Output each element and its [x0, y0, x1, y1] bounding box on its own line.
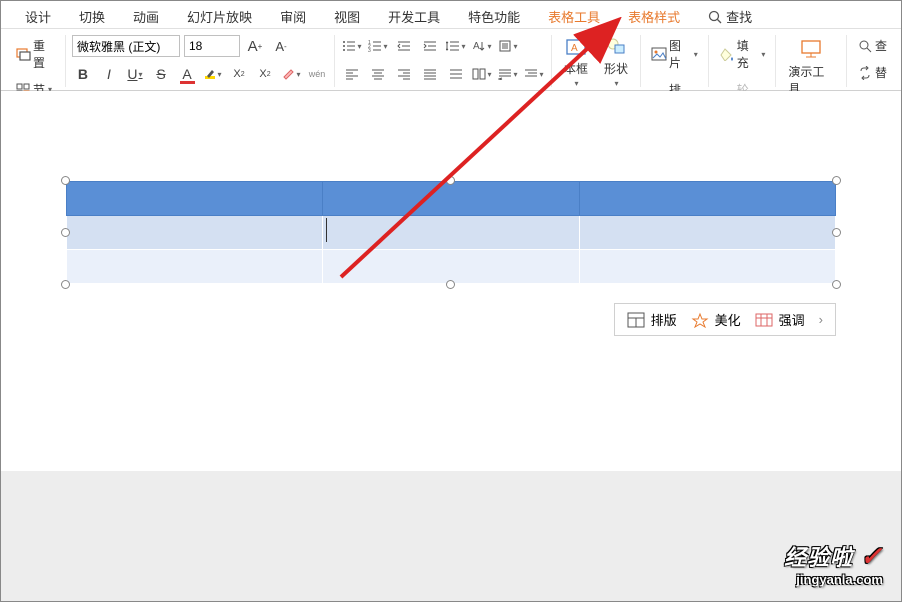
svg-text:A: A [571, 43, 578, 54]
layout-quick-label: 排版 [651, 310, 677, 329]
shape-icon [604, 34, 628, 58]
bottom-gray-area [1, 471, 901, 601]
tab-devtools[interactable]: 开发工具 [374, 3, 454, 30]
strikethrough-button[interactable]: S [150, 63, 172, 85]
tab-table-tools[interactable]: 表格工具 [534, 3, 614, 30]
tab-stop-button[interactable] [523, 63, 545, 85]
text-cursor [326, 218, 327, 242]
italic-button[interactable]: I [98, 63, 120, 85]
font-color-button[interactable]: A [176, 63, 198, 85]
resize-handle-bm[interactable] [446, 280, 455, 289]
resize-handle-ml[interactable] [61, 228, 70, 237]
bold-button[interactable]: B [72, 63, 94, 85]
picture-icon [651, 46, 667, 62]
resize-handle-tm[interactable] [446, 176, 455, 185]
beautify-quick-button[interactable]: 美化 [691, 310, 741, 329]
picture-button[interactable]: 图片 [647, 35, 702, 73]
tab-transition[interactable]: 切换 [65, 3, 119, 30]
chevron-right-icon[interactable]: › [819, 312, 823, 327]
textbox-big-button[interactable]: A 本框 [558, 32, 594, 90]
reset-label: 重置 [33, 37, 55, 71]
watermark: 经验啦 ✓ jingyanla.com [784, 540, 883, 587]
svg-text:A: A [473, 41, 480, 52]
picture-label: 图片 [669, 37, 691, 71]
resize-handle-bl[interactable] [61, 280, 70, 289]
layout-icon [627, 311, 645, 329]
rtl-button[interactable] [497, 63, 519, 85]
fill-button[interactable]: 填充 [715, 35, 770, 73]
search-icon [708, 10, 722, 24]
shape-big-button[interactable]: 形状 [598, 32, 634, 90]
textbox-label: 本框 [564, 60, 588, 77]
layout-quick-button[interactable]: 排版 [627, 310, 677, 329]
pinyin-button[interactable]: wén [306, 63, 328, 85]
emphasis-icon [755, 311, 773, 329]
ribbon-toolbar: 重置 节 A+ A- B I U S A X2 X2 [1, 29, 901, 91]
resize-handle-tr[interactable] [832, 176, 841, 185]
columns-button[interactable] [471, 63, 493, 85]
tab-animation[interactable]: 动画 [119, 3, 173, 30]
highlight-button[interactable] [202, 63, 224, 85]
tab-special[interactable]: 特色功能 [454, 3, 534, 30]
align-left-button[interactable] [341, 63, 363, 85]
find-button[interactable]: 查 [853, 35, 891, 56]
align-text-button[interactable] [497, 35, 519, 57]
beautify-icon [691, 311, 709, 329]
tab-view[interactable]: 视图 [320, 3, 374, 30]
emphasis-quick-label: 强调 [779, 310, 805, 329]
resize-handle-tl[interactable] [61, 176, 70, 185]
subscript-button[interactable]: X2 [254, 63, 276, 85]
ribbon-tabs: 设计 切换 动画 幻灯片放映 审阅 视图 开发工具 特色功能 表格工具 表格样式… [1, 1, 901, 29]
clear-format-button[interactable] [280, 63, 302, 85]
replace-icon [857, 65, 873, 81]
find-icon [857, 38, 873, 54]
tab-table-style[interactable]: 表格样式 [614, 3, 694, 30]
slide-canvas-area[interactable]: 排版 美化 强调 › [1, 91, 901, 471]
decrease-indent-button[interactable] [393, 35, 415, 57]
emphasis-quick-button[interactable]: 强调 [755, 310, 805, 329]
underline-button[interactable]: U [124, 63, 146, 85]
table-header-row[interactable] [67, 182, 836, 216]
svg-text:3: 3 [368, 48, 371, 52]
find-label: 查 [875, 37, 887, 54]
fill-icon [719, 46, 735, 62]
selected-table[interactable]: 排版 美化 强调 › [66, 181, 836, 284]
text-direction-button[interactable]: A [471, 35, 493, 57]
align-right-button[interactable] [393, 63, 415, 85]
decrease-font-button[interactable]: A- [270, 35, 292, 57]
textbox-icon: A [564, 34, 588, 58]
number-list-button[interactable]: 123 [367, 35, 389, 57]
table-row[interactable] [67, 216, 836, 250]
tab-design[interactable]: 设计 [11, 3, 65, 30]
line-spacing-button[interactable] [445, 35, 467, 57]
align-center-button[interactable] [367, 63, 389, 85]
watermark-text: 经验啦 [784, 545, 853, 570]
search-button[interactable]: 查找 [694, 3, 766, 30]
fill-label: 填充 [737, 37, 759, 71]
reset-button[interactable]: 重置 [11, 35, 59, 73]
replace-button[interactable]: 替 [853, 62, 891, 83]
checkmark-icon: ✓ [860, 541, 883, 571]
resize-handle-mr[interactable] [832, 228, 841, 237]
increase-font-button[interactable]: A+ [244, 35, 266, 57]
align-justify-button[interactable] [419, 63, 441, 85]
search-label: 查找 [726, 7, 752, 26]
beautify-quick-label: 美化 [715, 310, 741, 329]
shape-label: 形状 [604, 60, 628, 77]
reset-icon [15, 46, 31, 62]
tab-review[interactable]: 审阅 [266, 3, 320, 30]
tab-slideshow[interactable]: 幻灯片放映 [173, 3, 266, 30]
bullet-list-button[interactable] [341, 35, 363, 57]
replace-label: 替 [875, 64, 887, 81]
table-float-toolbar: 排版 美化 强调 › [614, 303, 836, 336]
watermark-url: jingyanla.com [784, 572, 883, 587]
table-row[interactable] [67, 250, 836, 284]
increase-indent-button[interactable] [419, 35, 441, 57]
font-size-select[interactable] [184, 35, 240, 57]
distribute-button[interactable] [445, 63, 467, 85]
present-icon [799, 37, 823, 61]
resize-handle-br[interactable] [832, 280, 841, 289]
font-name-select[interactable] [72, 35, 180, 57]
superscript-button[interactable]: X2 [228, 63, 250, 85]
